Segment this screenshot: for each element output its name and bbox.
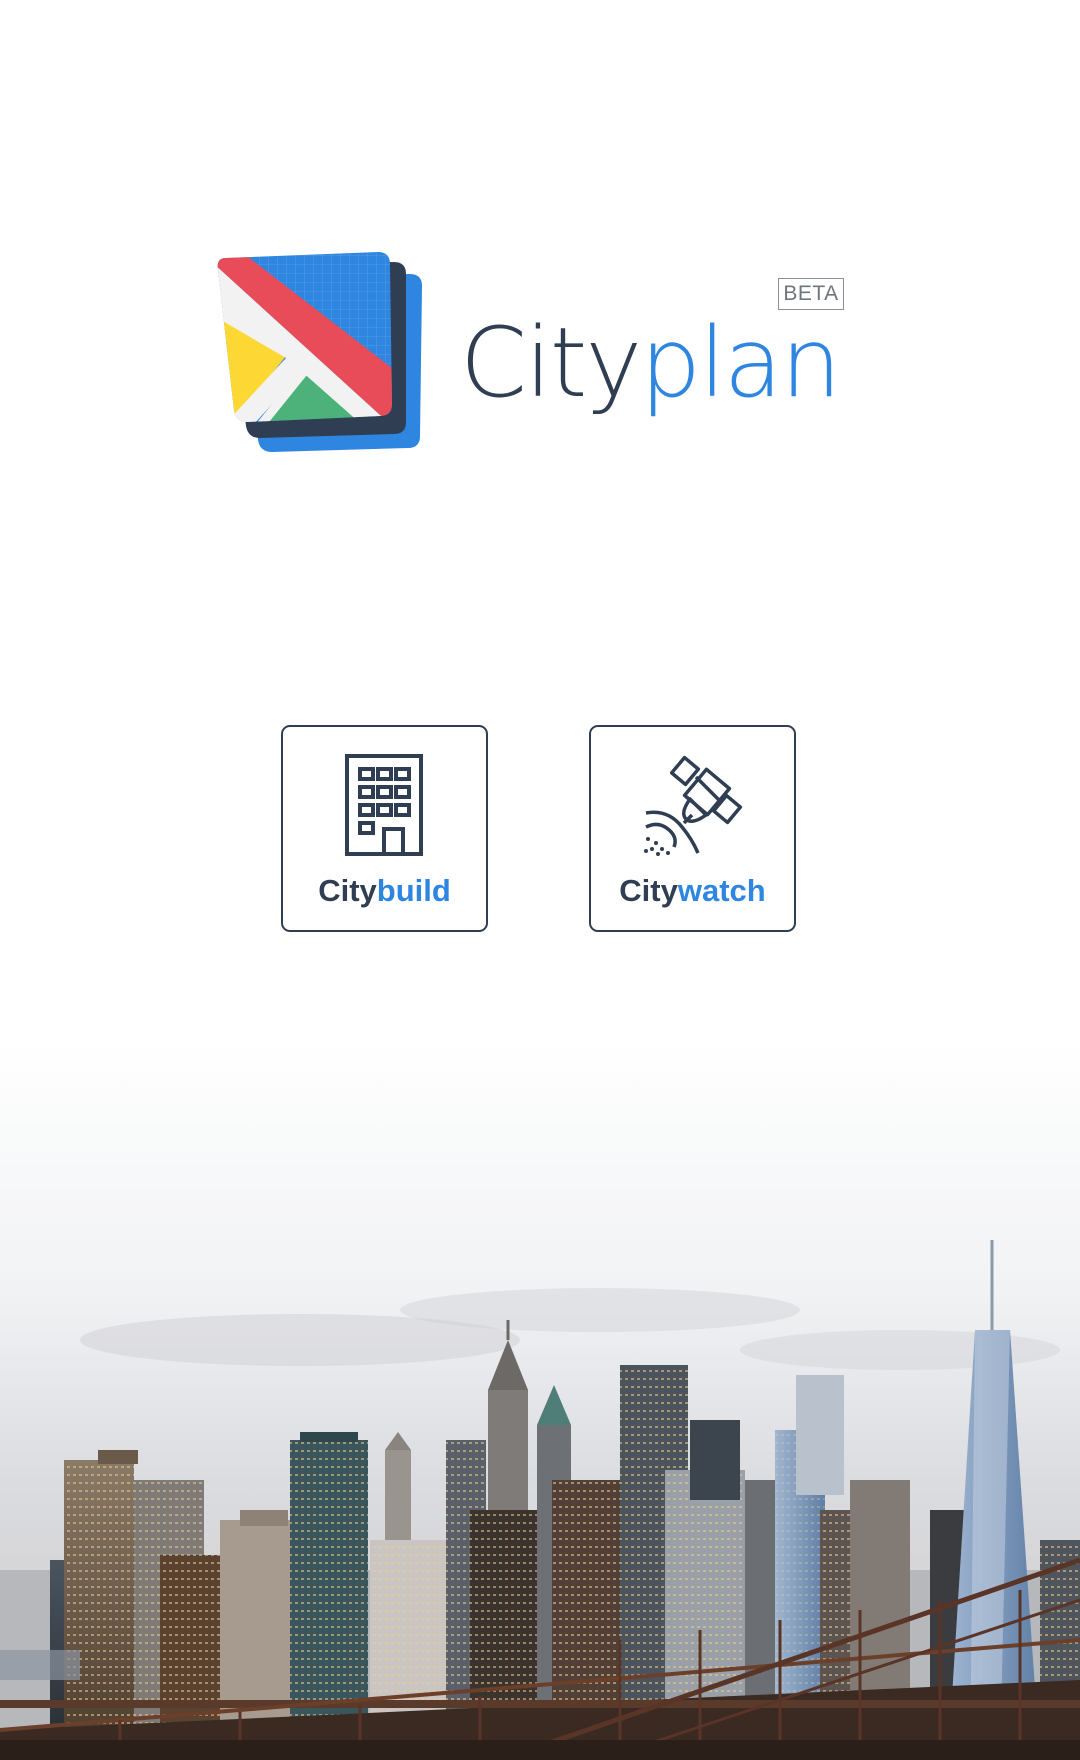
citywatch-label: Citywatch <box>591 871 794 911</box>
app-name-part1: City <box>460 307 642 419</box>
app-name-part2: plan <box>640 307 841 419</box>
citybuild-label-part1: City <box>318 873 377 908</box>
citybuild-button[interactable]: Citybuild <box>281 725 488 932</box>
app-name: Cityplan <box>460 288 841 438</box>
citywatch-label-part1: City <box>619 873 678 908</box>
building-icon <box>344 754 423 856</box>
satellite-icon <box>643 755 742 856</box>
citywatch-label-part2: watch <box>677 873 766 908</box>
citybuild-label: Citybuild <box>283 871 486 911</box>
citywatch-button[interactable]: Citywatch <box>589 725 796 932</box>
app-logo: Cityplan BETA <box>214 246 854 456</box>
city-skyline-image <box>0 1040 1080 1760</box>
citybuild-label-part2: build <box>376 873 451 908</box>
beta-badge: BETA <box>778 278 844 310</box>
splash-screen: Cityplan BETA Citybuild Citywatch <box>0 0 1080 1760</box>
cityplan-logo-icon <box>217 252 422 452</box>
